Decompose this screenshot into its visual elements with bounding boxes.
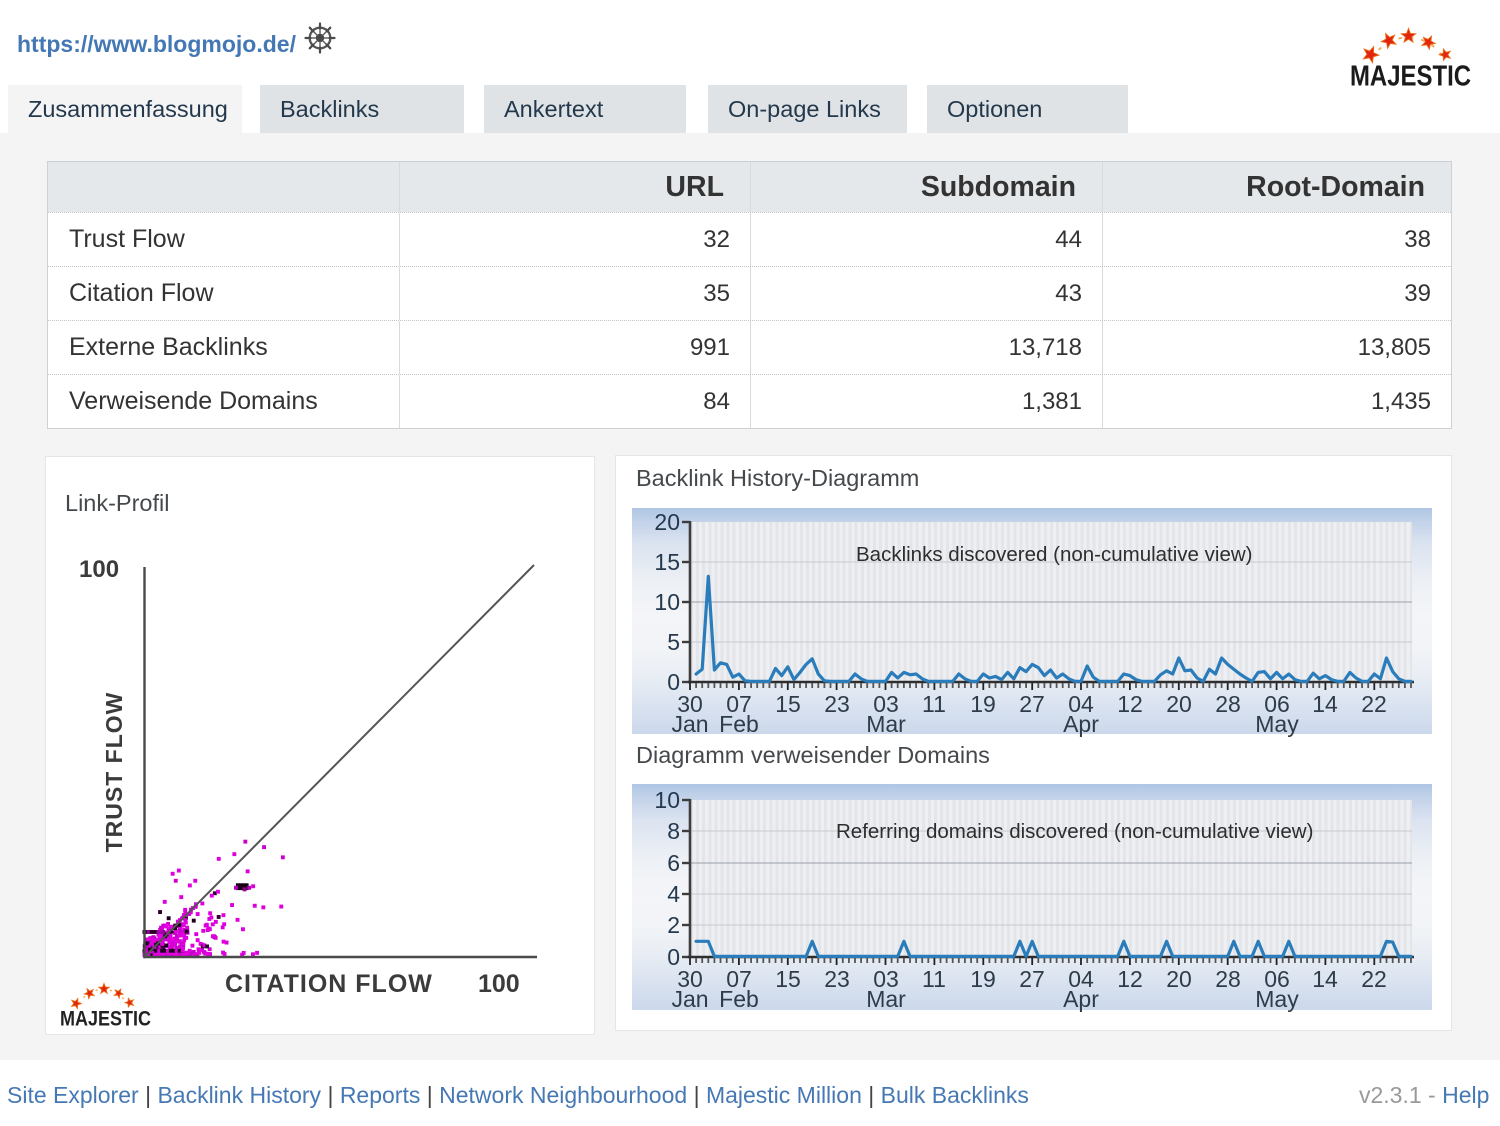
svg-text:MAJESTIC: MAJESTIC: [1350, 61, 1471, 93]
svg-text:MAJESTIC: MAJESTIC: [60, 1008, 151, 1031]
